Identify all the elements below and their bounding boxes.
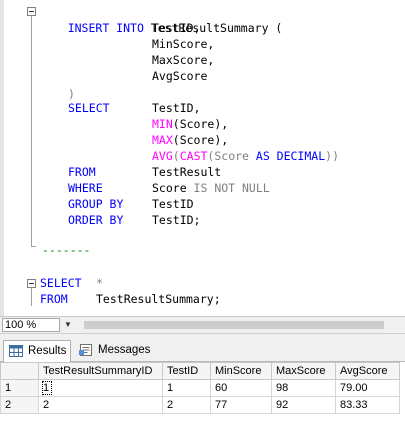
grid-icon [9, 345, 23, 357]
column-testid: TestID, [152, 21, 201, 35]
messages-icon [79, 344, 92, 356]
code-line-9: MAX(Score), [152, 132, 228, 148]
cell-value: 1 [41, 381, 53, 395]
min-args: (Score), [172, 117, 229, 131]
code-line-16: SELECT [40, 275, 82, 291]
code-line-11-rest: TestResult [152, 164, 221, 180]
column-minscore: MinScore, [152, 37, 215, 51]
code-line-16-rest: * [96, 275, 103, 291]
code-line-3: MinScore, [152, 36, 214, 52]
paren: ( [172, 149, 180, 163]
code-line-7: SELECT [68, 100, 110, 116]
code-line-5: AvgScore [152, 68, 207, 84]
function-max: MAX [152, 133, 173, 147]
tab-messages-label: Messages [98, 344, 151, 356]
collapse-select-block-icon[interactable] [27, 279, 36, 288]
keyword-insert-into: INSERT INTO [67, 21, 144, 35]
from-table: TestResult [152, 165, 222, 179]
code-line-14-rest: TestID; [152, 212, 200, 228]
tab-results[interactable]: Results [3, 340, 71, 362]
code-line-12-rest: Score IS NOT NULL [152, 180, 270, 196]
keyword-from: FROM [68, 165, 96, 179]
zoom-level-value: 100 % [5, 319, 37, 331]
column-maxscore: MaxScore, [152, 53, 215, 67]
row-number[interactable]: 2 [0, 396, 39, 414]
results-grid: TestResultSummaryID TestID MinScore MaxS… [0, 362, 405, 425]
table-cell[interactable]: 77 [210, 396, 272, 414]
table-cell[interactable]: 83.33 [335, 396, 400, 414]
function-cast: CAST [179, 149, 208, 163]
keyword-select: SELECT [68, 101, 110, 115]
table-cell[interactable]: 98 [271, 379, 336, 397]
code-line-13: GROUP BY [68, 196, 123, 212]
horizontal-scrollbar-thumb[interactable] [84, 321, 384, 329]
code-line-13-rest: TestID [152, 196, 194, 212]
horizontal-scrollbar[interactable] [76, 318, 403, 332]
table-cell[interactable]: 92 [271, 396, 336, 414]
table-cell[interactable]: 79.00 [335, 379, 400, 397]
from-summary-table: TestResultSummary; [96, 292, 221, 306]
code-line-4: MaxScore, [152, 52, 214, 68]
column-header[interactable]: TestID [162, 362, 211, 380]
sql-editor[interactable]: INSERT INTO TestResultSummary ( TestID, … [0, 0, 405, 317]
code-line-17-rest: TestResultSummary; [96, 291, 221, 307]
outline-guide-line [31, 288, 32, 306]
table-row[interactable]: 2 2 2 77 92 83.33 [0, 396, 400, 414]
column-header[interactable]: AvgScore [335, 362, 400, 380]
tab-results-label: Results [28, 345, 67, 357]
tab-messages[interactable]: Messages [74, 340, 154, 362]
editor-gutter [0, 0, 4, 316]
outline-guide-line [31, 16, 32, 246]
code-line-17: FROM [40, 291, 68, 307]
editor-status-bar: 100 % ▼ [0, 317, 405, 334]
table-cell[interactable]: 1 [38, 379, 163, 397]
code-line-1: INSERT INTO TestResultSummary ( [40, 4, 283, 35]
code-line-2: TestID, [152, 20, 200, 36]
keyword-where: WHERE [68, 181, 103, 195]
row-header-corner[interactable] [0, 362, 39, 380]
code-line-11: FROM [68, 164, 96, 180]
code-line-12: WHERE [68, 180, 103, 196]
row-number[interactable]: 1 [0, 379, 39, 397]
table-cell[interactable]: 2 [38, 396, 163, 414]
results-table: TestResultSummaryID TestID MinScore MaxS… [0, 362, 400, 414]
results-tab-strip: Results Messages [0, 334, 405, 362]
keyword-from-2: FROM [40, 292, 68, 306]
table-row[interactable]: 1 1 1 60 98 79.00 [0, 379, 400, 397]
table-cell[interactable]: 2 [162, 396, 211, 414]
code-line-15: ------- [42, 242, 90, 258]
group-by-column: TestID [152, 197, 194, 211]
keyword-group-by: GROUP BY [68, 197, 124, 211]
header-row: TestResultSummaryID TestID MinScore MaxS… [0, 362, 400, 380]
outline-guide-end [31, 246, 36, 247]
column-avgscore: AvgScore [152, 69, 208, 83]
close-paren: ) [68, 87, 75, 101]
close-parens: )) [325, 149, 339, 163]
code-line-8: MIN(Score), [152, 116, 228, 132]
code-line-14: ORDER BY [68, 212, 123, 228]
collapse-insert-block-icon[interactable] [27, 7, 36, 16]
column-header[interactable]: TestResultSummaryID [38, 362, 163, 380]
operator-is-not-null: IS NOT NULL [193, 181, 270, 195]
select-testid: TestID, [152, 101, 201, 115]
cast-args: (Score [207, 149, 256, 163]
zoom-dropdown-arrow-icon[interactable]: ▼ [63, 318, 73, 332]
select-star: * [96, 276, 103, 290]
separator-dashes: ------- [42, 243, 91, 257]
keyword-as-decimal: AS DECIMAL [255, 149, 326, 163]
column-header[interactable]: MaxScore [271, 362, 336, 380]
max-args: (Score), [172, 133, 229, 147]
column-header[interactable]: MinScore [210, 362, 272, 380]
function-min: MIN [152, 117, 173, 131]
keyword-order-by: ORDER BY [68, 213, 124, 227]
order-by-column: TestID; [152, 213, 201, 227]
where-column: Score [152, 181, 194, 195]
function-avg: AVG [152, 149, 173, 163]
code-line-7-rest: TestID, [152, 100, 200, 116]
code-line-10: AVG(CAST(Score AS DECIMAL)) [152, 148, 339, 164]
keyword-select-2: SELECT [40, 276, 82, 290]
table-cell[interactable]: 1 [162, 379, 211, 397]
zoom-level-combo[interactable]: 100 % [2, 318, 60, 332]
table-cell[interactable]: 60 [210, 379, 272, 397]
